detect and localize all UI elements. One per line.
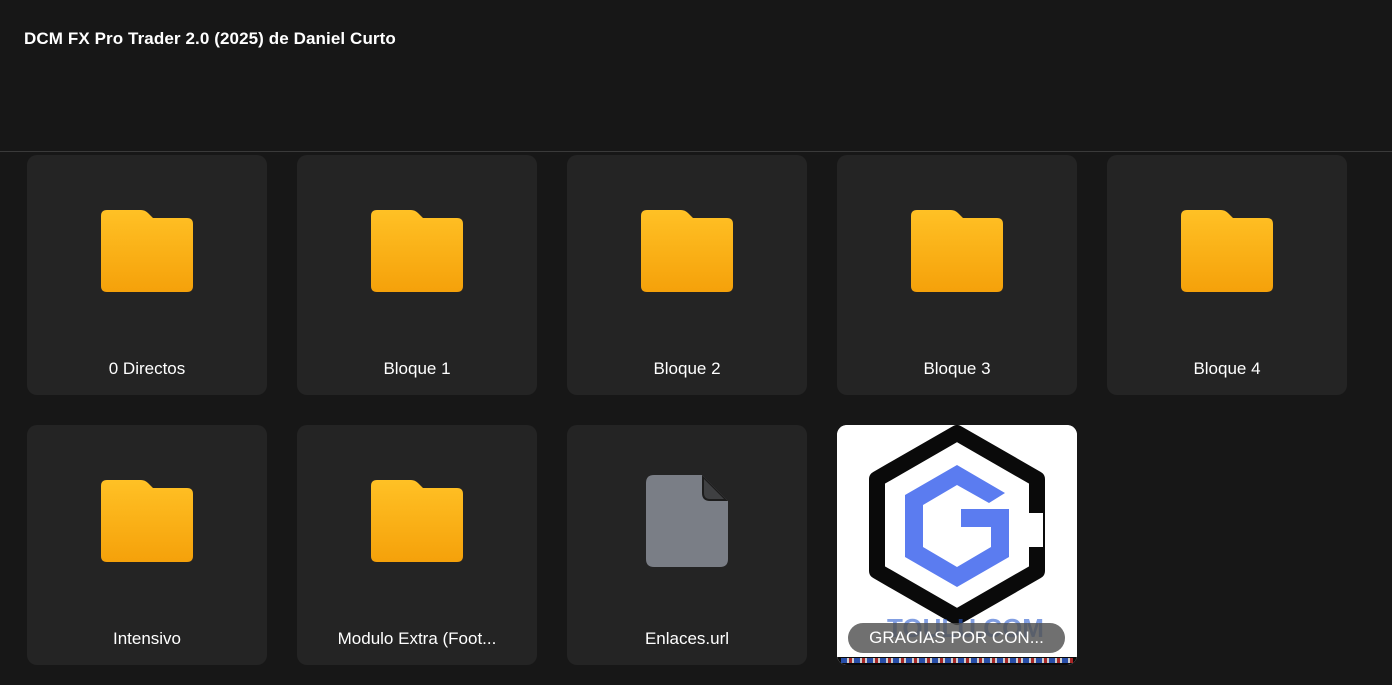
- file-label: Enlaces.url: [644, 629, 730, 648]
- folder-icon: [911, 210, 1003, 292]
- folder-tile[interactable]: Intensivo: [27, 425, 267, 665]
- folder-tile[interactable]: Bloque 4: [1107, 155, 1347, 395]
- folder-tile[interactable]: Modulo Extra (Foot...: [297, 425, 537, 665]
- image-strip-text: [841, 658, 1073, 663]
- folder-icon: [1181, 210, 1273, 292]
- folder-icon: [641, 210, 733, 292]
- folder-icon: [371, 480, 463, 562]
- file-grid: 0 Directos Bloque 1 Bloque 2 Bloque 3 Bl…: [0, 0, 1392, 685]
- folder-tile[interactable]: Bloque 3: [837, 155, 1077, 395]
- folder-tile[interactable]: Bloque 1: [297, 155, 537, 395]
- image-label: GRACIAS POR CON...: [848, 623, 1065, 653]
- folder-icon: [101, 480, 193, 562]
- folder-label: Modulo Extra (Foot...: [337, 629, 497, 648]
- folder-label: Intensivo: [112, 629, 182, 648]
- file-icon: [646, 475, 728, 567]
- file-tile[interactable]: Enlaces.url: [567, 425, 807, 665]
- folder-label: Bloque 1: [383, 359, 451, 378]
- folder-tile[interactable]: Bloque 2: [567, 155, 807, 395]
- folder-icon: [371, 210, 463, 292]
- folder-label: Bloque 3: [923, 359, 991, 378]
- folder-icon: [101, 210, 193, 292]
- folder-tile[interactable]: 0 Directos: [27, 155, 267, 395]
- folder-label: 0 Directos: [108, 359, 186, 378]
- folder-label: Bloque 4: [1193, 359, 1261, 378]
- image-tile[interactable]: TOULU.COM GRACIAS POR CON...: [837, 425, 1077, 665]
- folder-label: Bloque 2: [653, 359, 721, 378]
